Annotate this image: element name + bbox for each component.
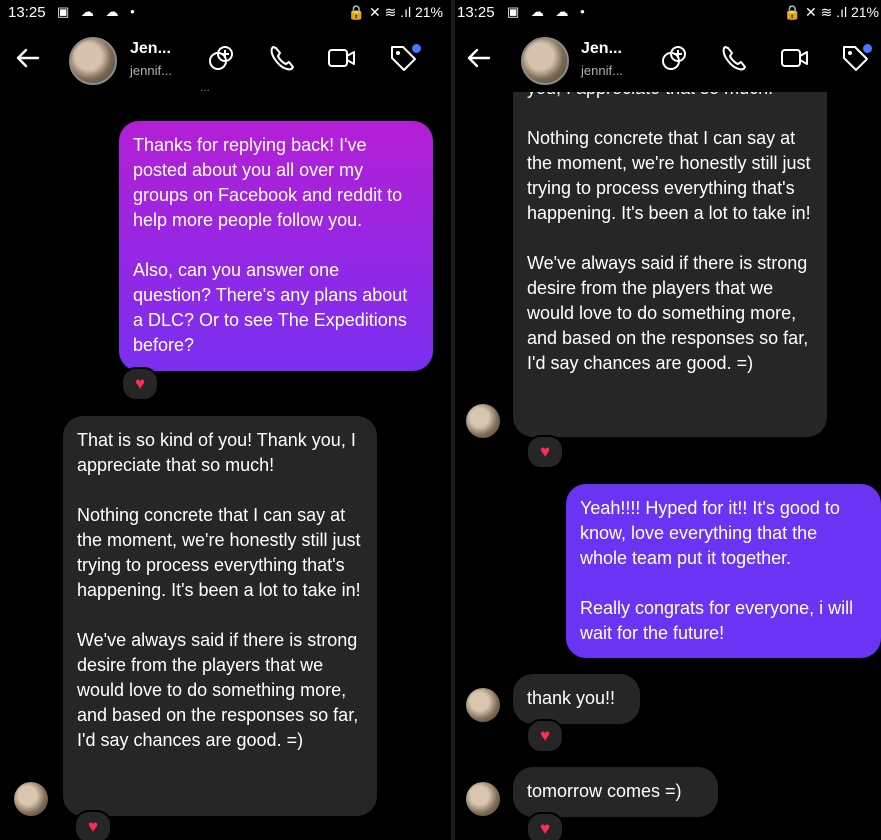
back-arrow-icon[interactable] <box>12 42 44 74</box>
clipped-text: ... <box>200 80 211 94</box>
contact-handle[interactable]: jennif... <box>581 63 623 78</box>
heart-reaction[interactable]: ♥ <box>74 810 112 840</box>
incoming-message-clipped[interactable]: you, I appreciate that so much! Nothing … <box>513 92 827 437</box>
video-call-icon[interactable] <box>779 42 811 74</box>
phone-icon[interactable] <box>266 42 298 74</box>
sender-avatar[interactable] <box>466 404 500 438</box>
status-right: 🔒 ✕ ≋ .ıl 21% <box>784 4 879 21</box>
phone-icon[interactable] <box>718 42 750 74</box>
incoming-message[interactable]: That is so kind of you! Thank you, I app… <box>63 416 377 816</box>
add-people-icon[interactable] <box>658 42 690 74</box>
notification-dot <box>412 44 421 53</box>
system-icons: 🔒 ✕ ≋ .ıl <box>347 4 412 20</box>
status-time: 13:25 <box>8 4 46 21</box>
outgoing-message[interactable]: Yeah!!!! Hyped for it!! It's good to kno… <box>566 484 881 658</box>
contact-handle[interactable]: jennif... <box>130 63 172 78</box>
battery-level: 21% <box>414 4 443 20</box>
chat-header: Jen... jennif... <box>455 28 881 92</box>
notification-icons: ▣ ☁ ☁ • <box>507 4 589 19</box>
heart-reaction[interactable]: ♥ <box>526 812 564 840</box>
notification-dot <box>863 44 872 53</box>
status-bar: 13:25 ▣ ☁ ☁ • 🔒 ✕ ≋ .ıl 21% <box>455 0 881 26</box>
incoming-message[interactable]: tomorrow comes =) <box>513 767 718 817</box>
heart-reaction[interactable]: ♥ <box>526 435 564 469</box>
clipped-text: you, I appreciate that so much! <box>527 92 773 101</box>
incoming-message[interactable]: thank you!! <box>513 674 640 724</box>
chat-header: Jen... jennif... <box>0 28 451 92</box>
system-icons: 🔒 ✕ ≋ .ıl <box>783 4 848 20</box>
left-screenshot: 13:25 ▣ ☁ ☁ • 🔒 ✕ ≋ .ıl 21% Jen... jenni… <box>0 0 451 840</box>
video-call-icon[interactable] <box>326 42 358 74</box>
status-right: 🔒 ✕ ≋ .ıl 21% <box>348 4 443 21</box>
sender-avatar[interactable] <box>14 782 48 816</box>
back-arrow-icon[interactable] <box>463 42 495 74</box>
status-bar: 13:25 ▣ ☁ ☁ • 🔒 ✕ ≋ .ıl 21% <box>0 0 451 26</box>
contact-avatar[interactable] <box>521 37 569 85</box>
message-text: Nothing concrete that I can say at the m… <box>527 128 811 373</box>
contact-avatar[interactable] <box>69 37 117 85</box>
contact-name[interactable]: Jen... <box>581 40 622 58</box>
heart-reaction[interactable]: ♥ <box>526 719 564 753</box>
notification-icons: ▣ ☁ ☁ • <box>57 4 139 19</box>
outgoing-message[interactable]: Thanks for replying back! I've posted ab… <box>119 121 433 371</box>
heart-reaction[interactable]: ♥ <box>121 367 159 401</box>
battery-level: 21% <box>850 4 879 20</box>
status-time: 13:25 <box>457 4 495 21</box>
right-screenshot: 13:25 ▣ ☁ ☁ • 🔒 ✕ ≋ .ıl 21% Jen... jenni… <box>455 0 881 840</box>
sender-avatar[interactable] <box>466 782 500 816</box>
sender-avatar[interactable] <box>466 688 500 722</box>
contact-name[interactable]: Jen... <box>130 40 171 58</box>
add-people-icon[interactable] <box>205 42 237 74</box>
